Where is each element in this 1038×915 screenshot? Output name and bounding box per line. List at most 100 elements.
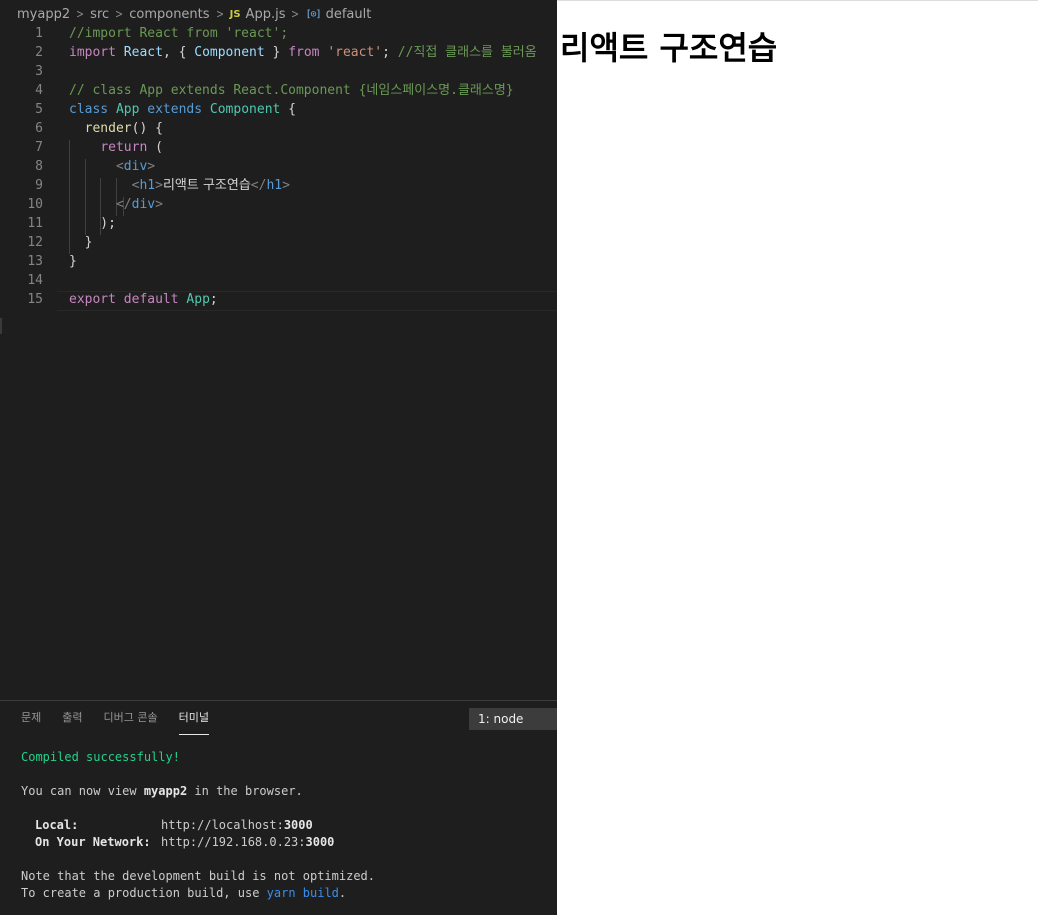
browser-preview-pane: 리액트 구조연습 (557, 0, 1038, 915)
code-token: App (115, 102, 148, 117)
line-code: } (69, 233, 93, 252)
code-line[interactable]: 9 <h1>리액트 구조연습</h1> (0, 176, 557, 195)
code-token: ; (382, 45, 398, 60)
line-number: 1 (35, 26, 43, 41)
chevron-right-icon: > (115, 7, 124, 21)
code-token: 'react' (327, 45, 383, 60)
tab-terminal[interactable]: 터미널 (178, 701, 209, 735)
line-number: 2 (35, 45, 43, 60)
code-token: 리액트 구조연습 (162, 178, 251, 193)
breadcrumb-item-components[interactable]: components (129, 7, 209, 22)
code-line[interactable]: 14 (0, 271, 557, 290)
line-number: 14 (27, 273, 43, 288)
code-token: //직접 클래스를 불러옴 (397, 45, 537, 60)
code-token: App (186, 292, 210, 307)
code-line[interactable]: 7 return ( (0, 138, 557, 157)
code-line[interactable]: 13} (0, 252, 557, 271)
terminal-view-suffix: in the browser. (187, 784, 303, 798)
line-number: 4 (35, 83, 43, 98)
chevron-right-icon: > (76, 7, 85, 21)
terminal-select-dropdown[interactable]: 1: node (469, 708, 557, 730)
code-token: ; (209, 292, 218, 307)
code-token: h1 (266, 178, 283, 193)
code-line[interactable]: 6 render() { (0, 119, 557, 138)
line-number: 15 (27, 292, 43, 307)
breadcrumb-item-file[interactable]: App.js (246, 7, 286, 22)
terminal-prod-prefix: To create a production build, use (21, 886, 267, 900)
line-number: 6 (35, 121, 43, 136)
tab-problems[interactable]: 문제 (21, 701, 41, 735)
line-number: 7 (35, 140, 43, 155)
code-token: render (84, 121, 132, 136)
code-token: div (123, 159, 148, 174)
line-number: 12 (27, 235, 43, 250)
code-token: extends (147, 102, 210, 117)
code-line[interactable]: 2 import React, { Component } from 'react… (0, 43, 557, 62)
line-number: 9 (35, 178, 43, 193)
code-line[interactable]: 10 </div> (0, 195, 557, 214)
code-line[interactable]: 5 class App extends Component { (0, 100, 557, 119)
terminal-app-name: myapp2 (143, 784, 188, 798)
terminal-network-port: 3000 (305, 835, 335, 849)
terminal-view-prefix: You can now view (21, 784, 144, 798)
breadcrumb-item-myapp2[interactable]: myapp2 (17, 7, 70, 22)
terminal-local-label: Local: (35, 818, 79, 832)
line-number: 5 (35, 102, 43, 117)
code-line[interactable]: 1 //import React from 'react'; (0, 24, 557, 43)
code-line[interactable]: 4 // class App extends React.Component {네… (0, 81, 557, 100)
terminal-local-line: Local: http://localhost:3000 (35, 817, 313, 834)
breadcrumb-item-src[interactable]: src (90, 7, 109, 22)
panel-tabs: 문제 출력 디버그 콘솔 터미널 (21, 701, 230, 735)
line-code: } (69, 252, 77, 271)
code-area[interactable]: 1 //import React from 'react'; 2 import Rea… (0, 26, 557, 316)
code-line[interactable]: 15 export default App; (0, 290, 557, 309)
bottom-panel: 문제 출력 디버그 콘솔 터미널 1: node Compiled succes… (0, 700, 557, 915)
symbol-variable-icon: [⊙] (305, 8, 322, 20)
tab-output[interactable]: 출력 (62, 701, 82, 735)
javascript-file-icon: JS (229, 8, 241, 20)
code-token: () { (131, 121, 163, 136)
code-token: return (100, 140, 148, 155)
code-token: </ (250, 178, 267, 193)
code-line[interactable]: 3 (0, 62, 557, 81)
chevron-right-icon: > (291, 7, 300, 21)
code-line[interactable]: 11 ); (0, 214, 557, 233)
code-token: from (288, 45, 328, 60)
line-number: 10 (27, 197, 43, 212)
line-code: <div> (69, 157, 155, 176)
line-code: class App extends Component { (69, 100, 296, 119)
line-number: 3 (35, 64, 43, 79)
line-number: 13 (27, 254, 43, 269)
line-code: // class App extends React.Component {네임… (69, 81, 514, 100)
code-editor-pane[interactable]: myapp2 > src > components > JS App.js > … (0, 0, 557, 915)
code-line[interactable]: 8 <div> (0, 157, 557, 176)
code-token: div (131, 197, 156, 212)
code-token: { (280, 102, 297, 117)
line-code: <h1>리액트 구조연습</h1> (69, 176, 290, 195)
code-token: ( (147, 140, 163, 155)
tab-debug-console[interactable]: 디버그 콘솔 (104, 701, 158, 735)
terminal-network-url[interactable]: http://192.168.0.23: (161, 835, 306, 849)
breadcrumb-item-symbol[interactable]: default (326, 7, 372, 22)
code-token: < (115, 159, 124, 174)
terminal-local-url[interactable]: http://localhost: (161, 818, 284, 832)
code-token: </ (115, 197, 132, 212)
line-number: 11 (27, 216, 43, 231)
line-code: //import React from 'react'; (69, 24, 288, 43)
line-code: ); (69, 214, 116, 233)
terminal-network-line: On Your Network: http://192.168.0.23:3000 (35, 834, 334, 851)
terminal-prod-suffix: . (338, 886, 347, 900)
code-token: } (69, 254, 77, 269)
code-token: ); (69, 216, 116, 231)
code-token: React (123, 45, 163, 60)
terminal-prod-command: yarn build (266, 886, 339, 900)
code-token: h1 (139, 178, 156, 193)
code-line[interactable]: 12 } (0, 233, 557, 252)
code-token: export (69, 292, 124, 307)
code-token: , { (162, 45, 195, 60)
code-token: > (155, 178, 163, 193)
scroll-indicator (0, 318, 2, 334)
